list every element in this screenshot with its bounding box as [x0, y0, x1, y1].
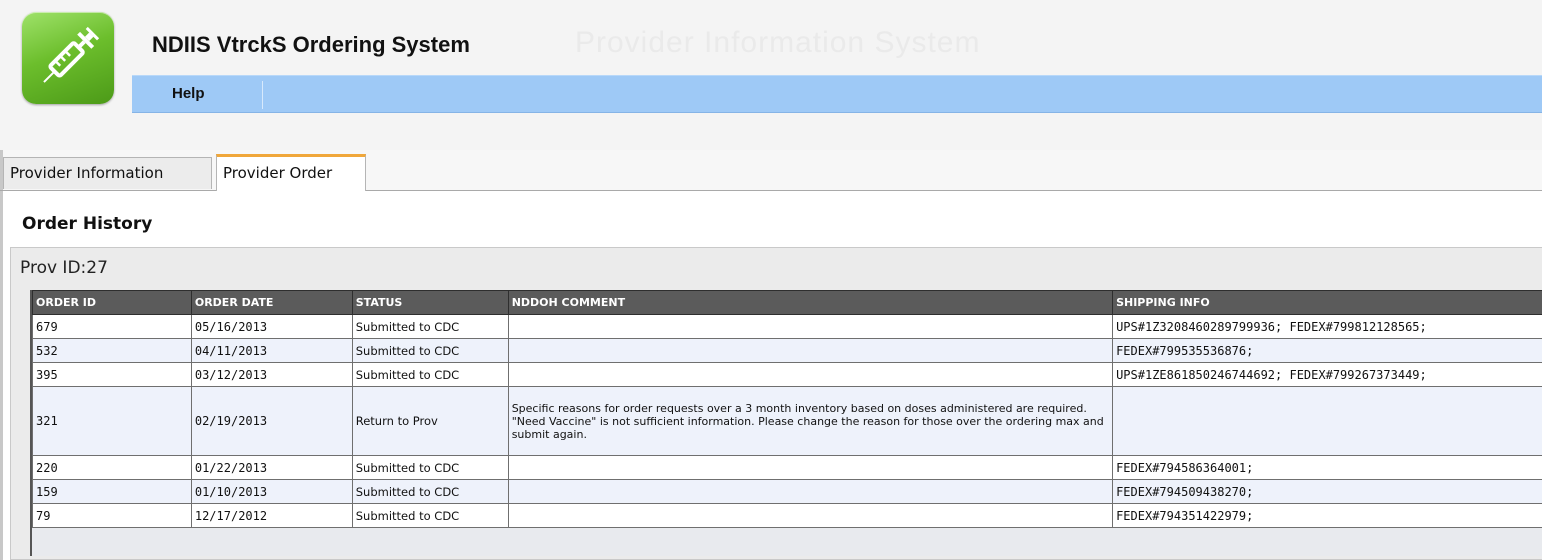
table-row[interactable]: 321 02/19/2013 Return to Prov Specific r…	[32, 386, 1542, 456]
order-id-cell: 532	[32, 338, 192, 363]
app-title: NDIIS VtrckS Ordering System	[152, 32, 470, 57]
shipping-cell	[1112, 386, 1542, 456]
tab-provider-information[interactable]: Provider Information	[3, 157, 212, 189]
order-date-cell: 03/12/2013	[190, 362, 353, 387]
syringe-icon	[43, 26, 100, 83]
background-title: Provider Information System	[575, 26, 981, 59]
shipping-cell: FEDEX#794509438270;	[1112, 479, 1542, 504]
shipping-cell: FEDEX#794586364001;	[1112, 455, 1542, 480]
comment-cell	[507, 455, 1114, 480]
status-cell: Submitted to CDC	[351, 314, 509, 339]
comment-cell: Specific reasons for order requests over…	[507, 386, 1114, 456]
tab-provider-order[interactable]: Provider Order	[216, 154, 366, 191]
order-id-cell: 220	[32, 455, 192, 480]
order-id-cell: 79	[32, 503, 192, 528]
table-row[interactable]: 159 01/10/2013 Submitted to CDC FEDEX#79…	[32, 479, 1542, 504]
order-date-cell: 01/22/2013	[190, 455, 353, 480]
order-date-cell: 02/19/2013	[190, 386, 353, 456]
comment-cell	[507, 362, 1114, 387]
order-history-table: ORDER ID ORDER DATE STATUS NDDOH COMMENT…	[32, 290, 1542, 528]
help-menu[interactable]: Help	[172, 85, 205, 102]
comment-cell	[507, 314, 1114, 339]
table-header-row: ORDER ID ORDER DATE STATUS NDDOH COMMENT…	[32, 290, 1542, 315]
menu-separator	[262, 81, 263, 109]
order-date-cell: 04/11/2013	[190, 338, 353, 363]
table-row[interactable]: 220 01/22/2013 Submitted to CDC FEDEX#79…	[32, 455, 1542, 480]
status-cell: Submitted to CDC	[351, 362, 509, 387]
table-row[interactable]: 79 12/17/2012 Submitted to CDC FEDEX#794…	[32, 503, 1542, 528]
menu-bar: Help	[132, 75, 1542, 113]
order-id-cell: 679	[32, 314, 192, 339]
order-id-cell: 395	[32, 362, 192, 387]
status-cell: Submitted to CDC	[351, 338, 509, 363]
comment-cell	[507, 338, 1114, 363]
shipping-cell: UPS#1ZE861850246744692; FEDEX#7992673734…	[1112, 362, 1542, 387]
order-history-grid: ORDER ID ORDER DATE STATUS NDDOH COMMENT…	[30, 290, 1542, 556]
status-cell: Return to Prov	[351, 386, 509, 456]
status-cell: Submitted to CDC	[351, 479, 509, 504]
order-id-cell: 159	[32, 479, 192, 504]
page-title: Order History	[22, 214, 153, 234]
order-date-cell: 05/16/2013	[190, 314, 353, 339]
table-row[interactable]: 395 03/12/2013 Submitted to CDC UPS#1ZE8…	[32, 362, 1542, 387]
column-header-order-id[interactable]: ORDER ID	[32, 290, 192, 315]
column-header-shipping[interactable]: SHIPPING INFO	[1112, 290, 1542, 315]
shipping-cell: FEDEX#799535536876;	[1112, 338, 1542, 363]
column-header-comment[interactable]: NDDOH COMMENT	[507, 290, 1114, 315]
column-header-status[interactable]: STATUS	[351, 290, 509, 315]
comment-cell	[507, 479, 1114, 504]
shipping-cell: FEDEX#794351422979;	[1112, 503, 1542, 528]
order-id-cell: 321	[32, 386, 192, 456]
order-date-cell: 01/10/2013	[190, 479, 353, 504]
provider-id: Prov ID:27	[20, 258, 108, 278]
comment-cell	[507, 503, 1114, 528]
shipping-cell: UPS#1Z3208460289799936; FEDEX#7998121285…	[1112, 314, 1542, 339]
column-header-order-date[interactable]: ORDER DATE	[190, 290, 353, 315]
table-row[interactable]: 679 05/16/2013 Submitted to CDC UPS#1Z32…	[32, 314, 1542, 339]
status-cell: Submitted to CDC	[351, 455, 509, 480]
app-logo	[22, 12, 114, 104]
app-header: Provider Information System NDIIS VtrckS…	[0, 0, 1542, 150]
status-cell: Submitted to CDC	[351, 503, 509, 528]
order-date-cell: 12/17/2012	[190, 503, 353, 528]
table-row[interactable]: 532 04/11/2013 Submitted to CDC FEDEX#79…	[32, 338, 1542, 363]
